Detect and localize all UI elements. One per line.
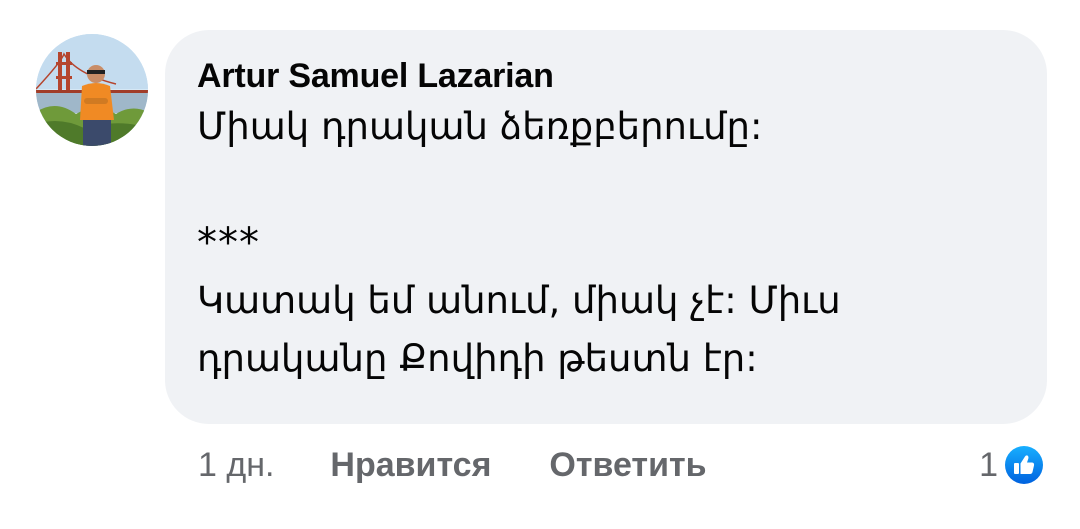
avatar[interactable]	[36, 34, 148, 146]
comment-text-separator: ***	[197, 220, 260, 266]
comment: Artur Samuel Lazarian Միակ դրական ձեռքբե…	[0, 0, 1080, 529]
reaction-summary[interactable]: 1	[979, 440, 1046, 490]
comment-text-line: Միակ դրական ձեռքբերումը:	[197, 105, 763, 148]
comment-text-line: Կատակ եմ անում, միակ չէ: Միւս	[197, 279, 841, 322]
avatar-photo	[36, 34, 148, 146]
like-icon	[1002, 443, 1046, 487]
reaction-count: 1	[979, 445, 998, 484]
comment-text-line: դրականը Քովիդի թեստն էր:	[197, 337, 758, 380]
comment-actions: 1 дн. Нравится Ответить	[198, 443, 765, 487]
timestamp[interactable]: 1 дн.	[198, 446, 274, 485]
like-button[interactable]: Нравится	[330, 446, 491, 485]
author-name[interactable]: Artur Samuel Lazarian	[197, 54, 1017, 98]
comment-bubble: Artur Samuel Lazarian Միակ դրական ձեռքբե…	[165, 30, 1047, 424]
reply-button[interactable]: Ответить	[549, 446, 706, 485]
